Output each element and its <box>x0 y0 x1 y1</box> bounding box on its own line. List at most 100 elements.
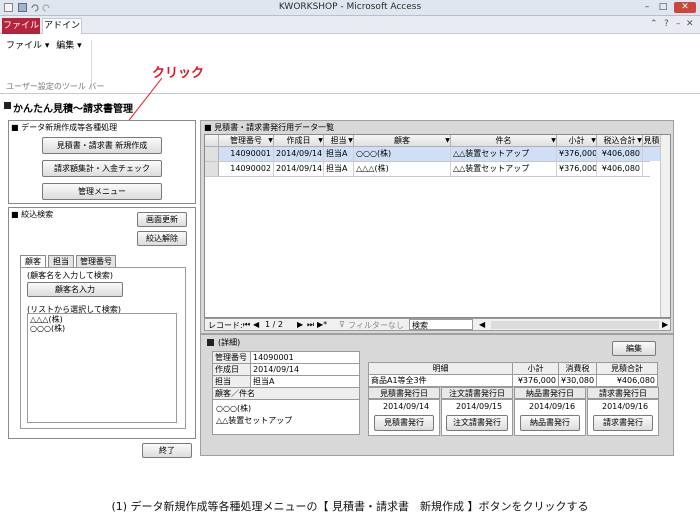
row-selector-header <box>205 135 219 147</box>
customer-name-input-button[interactable]: 顧客名入力 <box>27 282 123 297</box>
custom-toolbar-menu: ファイル ▾ 編集 ▾ <box>6 38 82 51</box>
column-header[interactable]: 顧客 <box>354 135 451 147</box>
chevron-down-icon[interactable]: ▼ <box>636 136 643 146</box>
last-record-icon[interactable]: ⏭ <box>307 320 314 330</box>
total-value: ¥406,080 <box>596 374 658 387</box>
estimate-total-header: 見積合計 <box>596 362 658 375</box>
caption: (1) データ新規作成等各種処理メニューの【 見積書・請求書 新規作成 】ボタン… <box>111 500 589 513</box>
menu-file[interactable]: ファイル ▾ <box>6 41 49 51</box>
scroll-left-icon[interactable]: ◀ <box>479 320 485 329</box>
issue-estimate-button[interactable]: 見積書発行 <box>374 415 434 431</box>
tab-file[interactable]: ファイル <box>2 18 40 34</box>
tab-addin[interactable]: アドイン <box>42 18 82 35</box>
subtotal-value: ¥376,000 <box>512 374 559 387</box>
column-header[interactable]: 件名 <box>451 135 557 147</box>
chevron-down-icon[interactable]: ▼ <box>267 136 274 146</box>
record-label: レコード: <box>208 321 243 330</box>
detail-customer: ○○○(株) <box>216 404 252 413</box>
clear-filter-button[interactable]: 絞込解除 <box>137 231 187 246</box>
cell-staff[interactable]: 担当A <box>324 162 354 176</box>
admin-menu-button[interactable]: 管理メニュー <box>42 183 162 200</box>
help-icon[interactable]: ? <box>664 19 669 29</box>
item-header: 明細 <box>368 362 513 375</box>
tax-value: ¥30,080 <box>557 374 598 387</box>
chevron-down-icon[interactable]: ▼ <box>347 136 354 146</box>
record-position[interactable]: 1 / 2 <box>265 320 283 329</box>
field-value: 14090001 <box>250 351 360 364</box>
record-navigation: レコード: ⏮ ◀ 1 / 2 ▶ ⏭ ▶* ⊽ フィルターなし 検索 ◀ ▶ <box>204 318 671 331</box>
order-issue-date: 2014/09/15 <box>456 402 503 411</box>
minimize-doc-icon[interactable]: – <box>676 19 681 29</box>
data-grid[interactable]: 管理番号 作成日 担当 顧客 件名 小計 税込合計 見積 ▼ ▼ ▼ ▼ ▼ ▼… <box>204 134 671 318</box>
close-icon[interactable]: ✕ <box>674 2 696 13</box>
filter-status[interactable]: フィルターなし <box>348 320 404 331</box>
field-value: 担当A <box>250 375 360 388</box>
detail-icon <box>207 339 214 346</box>
tax-header: 消費税 <box>557 362 598 375</box>
prev-record-icon[interactable]: ◀ <box>253 320 259 329</box>
cell-subtotal[interactable]: ¥376,000 <box>557 147 597 161</box>
row-divider <box>205 176 650 177</box>
issue-order-button[interactable]: 注文請書発行 <box>446 415 508 431</box>
edit-button[interactable]: 編集 <box>612 341 656 356</box>
first-record-icon[interactable]: ⏮ <box>243 320 250 330</box>
tab-id[interactable]: 管理番号 <box>76 255 116 267</box>
cell-customer[interactable]: △△△(株) <box>354 162 451 176</box>
tab-customer[interactable]: 顧客 <box>20 255 46 267</box>
cell-id[interactable]: 14090002 <box>219 162 274 176</box>
scroll-right-icon[interactable]: ▶ <box>662 320 668 329</box>
title-bar: KWORKSHOP - Microsoft Access – □ ✕ <box>0 0 700 16</box>
row-selector[interactable] <box>205 162 219 176</box>
menu-edit[interactable]: 編集 ▾ <box>56 41 81 51</box>
exit-button[interactable]: 終了 <box>142 443 192 458</box>
window-title: KWORKSHOP - Microsoft Access <box>278 2 422 12</box>
vertical-scrollbar[interactable] <box>660 135 670 317</box>
invoice-issue-date: 2014/09/16 <box>602 402 649 411</box>
issue-invoice-button[interactable]: 請求書発行 <box>593 415 653 431</box>
search-panel-title: ■ 絞込検索 <box>11 210 54 219</box>
cell-total[interactable]: ¥406,080 <box>597 147 643 161</box>
cell-date[interactable]: 2014/09/14 <box>274 162 324 176</box>
customer-listbox[interactable]: △△△(株) ○○○(株) <box>27 313 177 423</box>
field-label: 管理番号 <box>212 351 251 364</box>
cell-id[interactable]: 14090001 <box>219 147 274 161</box>
data-list-title: ■ 見積書・請求書発行用データ一覧 <box>204 123 335 132</box>
horizontal-scrollbar[interactable] <box>491 321 659 329</box>
column-header[interactable]: 見積 <box>643 135 661 147</box>
issue-delivery-button[interactable]: 納品書発行 <box>520 415 580 431</box>
estimate-issue-label: 見積書発行日 <box>368 387 440 399</box>
filter-icon[interactable]: ⊽ <box>339 320 345 329</box>
subtotal-header: 小計 <box>512 362 559 375</box>
refresh-button[interactable]: 画面更新 <box>137 212 187 227</box>
delivery-issue-label: 納品書発行日 <box>514 387 586 399</box>
invoice-summary-button[interactable]: 請求額集計・入金チェック <box>42 160 162 177</box>
customer-subject-box: 顧客／件名 ○○○(株) △△装置セットアップ <box>212 387 360 435</box>
cell-customer[interactable]: ○○○(株) <box>354 147 451 161</box>
chevron-down-icon[interactable]: ▼ <box>317 136 324 146</box>
cell-subtotal[interactable]: ¥376,000 <box>557 162 597 176</box>
next-record-icon[interactable]: ▶ <box>297 320 303 329</box>
maximize-icon[interactable]: □ <box>656 2 670 13</box>
new-record-icon[interactable]: ▶* <box>317 320 327 329</box>
ribbon-collapse-icon[interactable]: ⌃ <box>650 19 658 29</box>
tab-staff[interactable]: 担当 <box>48 255 74 267</box>
cell-total[interactable]: ¥406,080 <box>597 162 643 176</box>
chevron-down-icon[interactable]: ▼ <box>590 136 597 146</box>
minimize-icon[interactable]: – <box>640 2 654 13</box>
new-estimate-invoice-button[interactable]: 見積書・請求書 新規作成 <box>42 137 162 154</box>
search-input[interactable]: 検索 <box>409 319 473 330</box>
cell-subject[interactable]: △△装置セットアップ <box>451 147 557 161</box>
list-item[interactable]: ○○○(株) <box>30 323 65 334</box>
chevron-down-icon[interactable]: ▼ <box>550 136 557 146</box>
cell-subject[interactable]: △△装置セットアップ <box>451 162 557 176</box>
row-selector[interactable] <box>205 147 219 161</box>
column-header[interactable]: 管理番号 <box>219 135 274 147</box>
estimate-issue-date: 2014/09/14 <box>383 402 430 411</box>
form-icon <box>4 102 11 109</box>
form-title: かんたん見積～請求書管理 <box>13 104 133 115</box>
chevron-down-icon[interactable]: ▼ <box>444 136 451 146</box>
close-doc-icon[interactable]: ✕ <box>686 19 694 29</box>
field-label: 担当 <box>212 375 251 388</box>
cell-staff[interactable]: 担当A <box>324 147 354 161</box>
cell-date[interactable]: 2014/09/14 <box>274 147 324 161</box>
